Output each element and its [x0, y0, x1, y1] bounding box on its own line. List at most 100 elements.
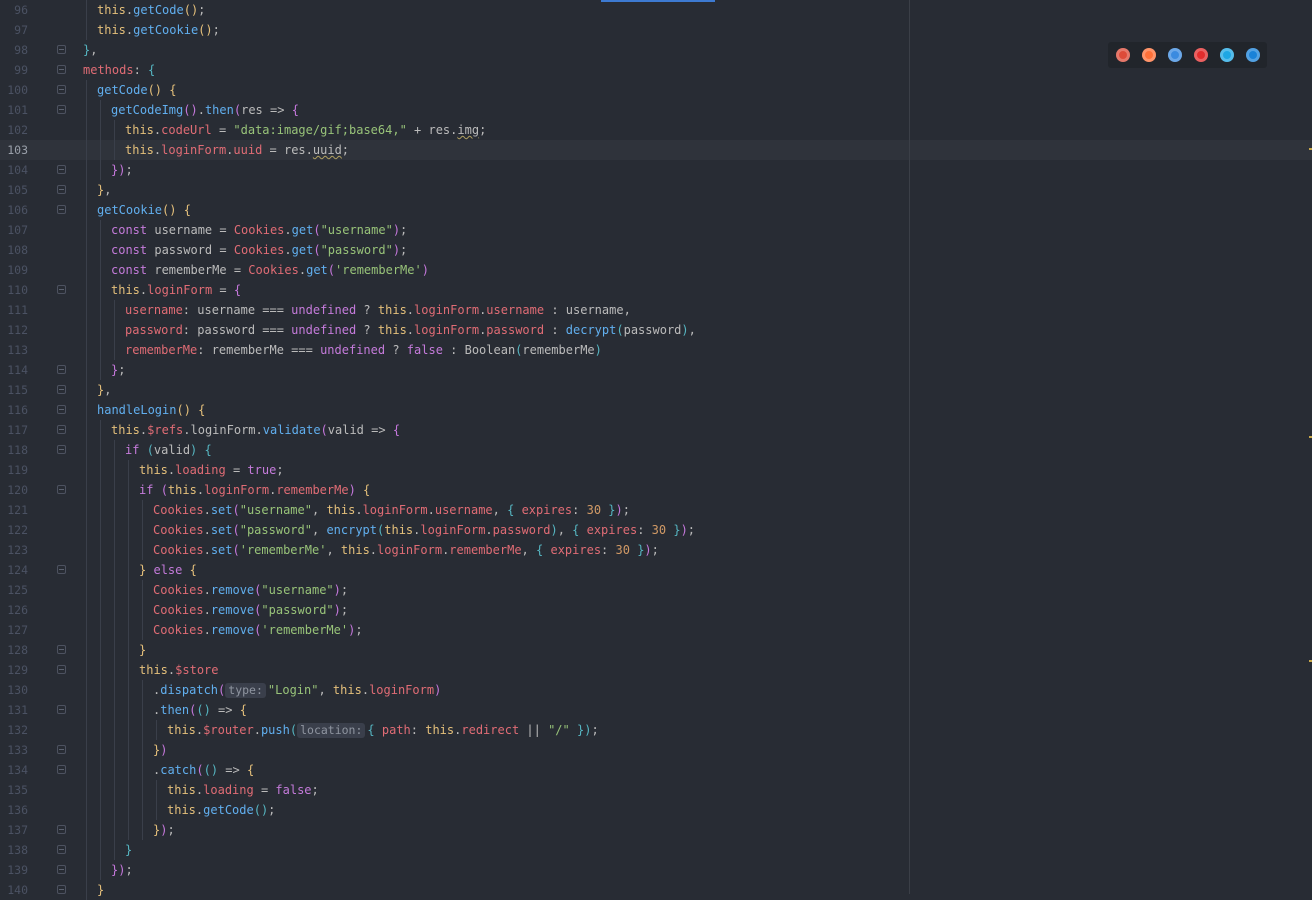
fold-toggle-icon[interactable] [57, 285, 66, 294]
code-line[interactable]: 120 if (this.loginForm.rememberMe) { [0, 480, 1312, 500]
fold-end-icon[interactable] [57, 365, 66, 374]
fold-toggle-icon[interactable] [57, 205, 66, 214]
code-token: password = [147, 243, 234, 257]
fold-toggle-icon[interactable] [57, 485, 66, 494]
code-line[interactable]: 140} [0, 880, 1312, 900]
edge-icon[interactable] [1246, 48, 1260, 62]
code-line[interactable]: 108 const password = Cookies.get("passwor… [0, 240, 1312, 260]
fold-toggle-icon[interactable] [57, 85, 66, 94]
code-line[interactable]: 118 if (valid) { [0, 440, 1312, 460]
code-token: loginForm [204, 483, 270, 497]
indent-guide [86, 380, 87, 400]
indent-guide [114, 480, 115, 500]
code-line[interactable]: 137}); [0, 820, 1312, 840]
code-line[interactable]: 125 Cookies.remove("username"); [0, 580, 1312, 600]
code-line[interactable]: 133}) [0, 740, 1312, 760]
fold-toggle-icon[interactable] [57, 445, 66, 454]
code-line[interactable]: 131 .then(() => { [0, 700, 1312, 720]
code-line[interactable]: 97 this.getCookie(); [0, 20, 1312, 40]
code-line[interactable]: 121 Cookies.set("username", this.loginFor… [0, 500, 1312, 520]
ie-icon[interactable] [1220, 48, 1234, 62]
code-line[interactable]: 105}, [0, 180, 1312, 200]
code-line[interactable]: 112 password: password === undefined ? th… [0, 320, 1312, 340]
code-line[interactable]: 104}); [0, 160, 1312, 180]
code-token: Cookies [153, 623, 204, 637]
code-token: push [260, 723, 290, 737]
code-line[interactable]: 101 getCodeImg().then(res => { [0, 100, 1312, 120]
fold-toggle-icon[interactable] [57, 705, 66, 714]
code-line[interactable]: 106 getCookie() { [0, 200, 1312, 220]
fold-end-icon[interactable] [57, 645, 66, 654]
code-line[interactable]: 123 Cookies.set('rememberMe', this.loginF… [0, 540, 1312, 560]
code-line[interactable]: 129 this.$store [0, 660, 1312, 680]
chrome-icon[interactable] [1116, 48, 1130, 62]
code-token: loginForm [414, 323, 480, 337]
code-token: () [203, 763, 219, 777]
line-number: 96 [14, 3, 28, 17]
fold-toggle-icon[interactable] [57, 765, 66, 774]
code-token: "password" [239, 523, 312, 537]
code-line[interactable]: 119 this.loading = true; [0, 460, 1312, 480]
code-token: set [210, 543, 233, 557]
indent-guide [86, 620, 87, 640]
code-line[interactable]: 113 rememberMe: rememberMe === undefined … [0, 340, 1312, 360]
code-line[interactable]: 111 username: username === undefined ? th… [0, 300, 1312, 320]
code-token: loginForm [161, 143, 227, 157]
code-line[interactable]: 134 .catch(() => { [0, 760, 1312, 780]
fold-end-icon[interactable] [57, 45, 66, 54]
code-line[interactable]: 127 Cookies.remove('rememberMe'); [0, 620, 1312, 640]
fold-toggle-icon[interactable] [57, 565, 66, 574]
code-token: ? [356, 323, 378, 337]
line-number: 136 [7, 803, 28, 817]
firefox-icon[interactable] [1142, 48, 1156, 62]
code-line[interactable]: 128} [0, 640, 1312, 660]
code-token: => [262, 103, 292, 117]
fold-end-icon[interactable] [57, 865, 66, 874]
code-line[interactable]: 114}; [0, 360, 1312, 380]
fold-end-icon[interactable] [57, 385, 66, 394]
fold-end-icon[interactable] [57, 185, 66, 194]
code-line[interactable]: 115}, [0, 380, 1312, 400]
fold-toggle-icon[interactable] [57, 105, 66, 114]
code-token: ) [190, 103, 198, 117]
fold-end-icon[interactable] [57, 745, 66, 754]
code-line[interactable]: 100 getCode() { [0, 80, 1312, 100]
fold-end-icon[interactable] [57, 825, 66, 834]
code-text: Cookies.remove("username"); [153, 580, 348, 600]
code-text: if (this.loginForm.rememberMe) { [139, 480, 370, 500]
code-line[interactable]: 109 const rememberMe = Cookies.get('remem… [0, 260, 1312, 280]
code-line[interactable]: 116 handleLogin() { [0, 400, 1312, 420]
indent-guide [86, 660, 87, 680]
code-line[interactable]: 139}); [0, 860, 1312, 880]
code-line[interactable]: 126 Cookies.remove("password"); [0, 600, 1312, 620]
code-line[interactable]: 124} else { [0, 560, 1312, 580]
fold-end-icon[interactable] [57, 165, 66, 174]
code-editor[interactable]: 96 this.getCode(); 97 this.getCookie(); 98},… [0, 0, 1312, 900]
fold-toggle-icon[interactable] [57, 425, 66, 434]
code-line[interactable]: 135 this.loading = false; [0, 780, 1312, 800]
indent-guide [142, 540, 143, 560]
code-line[interactable]: 132 this.$router.push(location:{ path: th… [0, 720, 1312, 740]
code-token: this [167, 783, 196, 797]
code-line[interactable]: 103 this.loginForm.uuid = res.uuid; [0, 140, 1312, 160]
code-line[interactable]: 110 this.loginForm = { [0, 280, 1312, 300]
code-line[interactable]: 96 this.getCode(); [0, 0, 1312, 20]
fold-end-icon[interactable] [57, 885, 66, 894]
code-line[interactable]: 102 this.codeUrl = "data:image/gif;base64… [0, 120, 1312, 140]
code-line[interactable]: 136 this.getCode(); [0, 800, 1312, 820]
code-line[interactable]: 117 this.$refs.loginForm.validate(valid =… [0, 420, 1312, 440]
code-token: , [521, 543, 536, 557]
code-line[interactable]: 122 Cookies.set("password", encrypt(this.… [0, 520, 1312, 540]
indent-guide [86, 720, 87, 740]
opera-icon[interactable] [1194, 48, 1208, 62]
fold-toggle-icon[interactable] [57, 65, 66, 74]
code-token: ) [434, 683, 442, 697]
safari-icon[interactable] [1168, 48, 1182, 62]
code-area[interactable]: 96 this.getCode(); 97 this.getCookie(); 98},… [0, 0, 1312, 900]
code-line[interactable]: 107 const username = Cookies.get("usernam… [0, 220, 1312, 240]
code-line[interactable]: 130 .dispatch(type: "Login", this.loginFor… [0, 680, 1312, 700]
fold-end-icon[interactable] [57, 845, 66, 854]
code-line[interactable]: 138} [0, 840, 1312, 860]
fold-toggle-icon[interactable] [57, 665, 66, 674]
fold-toggle-icon[interactable] [57, 405, 66, 414]
